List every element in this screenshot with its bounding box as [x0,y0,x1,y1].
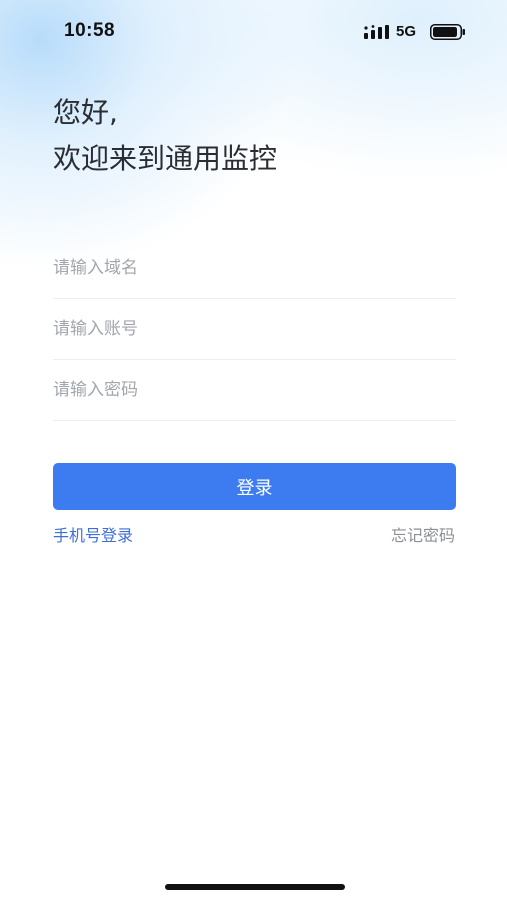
signal-icon [364,25,389,39]
status-bar: 10:58 5G [0,0,507,62]
greeting-welcome: 欢迎来到通用监控 [53,142,278,175]
password-field [53,360,456,421]
greeting-hello: 您好, [53,96,118,129]
network-type: 5G [396,23,417,40]
domain-field [53,238,456,299]
password-input[interactable] [53,360,456,420]
forgot-password-link[interactable]: 忘记密码 [391,522,455,546]
phone-login-link[interactable]: 手机号登录 [53,522,133,546]
home-indicator [165,884,345,890]
domain-input[interactable] [53,238,456,298]
battery-icon [430,24,465,40]
status-time: 10:58 [64,20,116,41]
greeting: 您好, 欢迎来到通用监控 [53,90,277,182]
account-input[interactable] [53,299,456,359]
account-field [53,299,456,360]
login-button[interactable]: 登录 [53,463,456,510]
